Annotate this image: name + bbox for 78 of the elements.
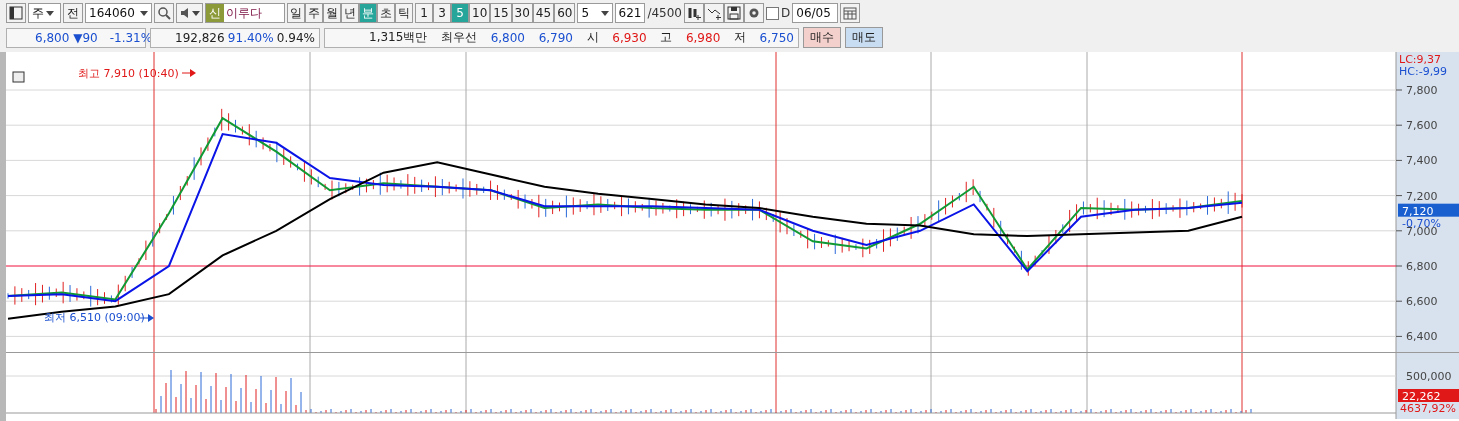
limit-down-label: LC:9,37 [1399,53,1441,66]
stock-name-field[interactable]: 신 이루다 [205,3,285,23]
change-value: 90 [82,30,98,45]
count-field[interactable]: 621 [615,3,646,23]
caret-icon [601,10,610,16]
total-count: /4500 [647,6,682,20]
high-label: 고 [660,29,673,46]
volume-tick-label: 500,000 [1406,370,1452,383]
calendar-button[interactable] [840,3,861,23]
price-tick-label: 6,800 [1406,260,1438,273]
sell-button[interactable]: 매도 [845,27,883,48]
search-icon [157,6,171,20]
low-marker: 최저 6,510 (09:00) [44,311,145,325]
current-price: 6,800 ▼ [35,30,83,45]
stock-name: 이루다 [226,4,262,22]
volume-ratio-tag: 4637,92% [1400,402,1456,415]
calendar-icon [843,6,858,20]
layout-button[interactable] [6,3,26,23]
caret-icon [140,10,148,16]
all-button[interactable]: 전 [63,3,83,23]
amount-value: 1,315백만 [369,29,428,46]
period-tab[interactable]: 월 [323,3,341,23]
period-tab[interactable]: 틱 [395,3,413,23]
best-label: 최우선 [441,29,477,46]
settings-button[interactable] [744,3,764,23]
limit-up-label: HC:-9,99 [1399,65,1448,78]
volume-rate: 91.40% [227,30,274,45]
low-price: 6,750 [759,30,794,45]
period-tab[interactable]: 일 [287,3,305,23]
grid-icon [12,71,25,83]
candle-add-icon [687,6,701,20]
open-label: 시 [586,29,599,46]
price-tick-label: 7,800 [1406,84,1438,97]
buy-button[interactable]: 매수 [803,27,841,48]
volume-value: 192,826 [175,30,225,45]
badge: 신 [206,4,224,22]
price-tick-label: 6,400 [1406,330,1438,344]
period-tab[interactable]: 주 [305,3,323,23]
price-tick-label: 7,400 [1406,154,1438,168]
code-dropdown[interactable]: 164060 [85,3,152,23]
volume-tag: 22,262 [1398,389,1459,403]
settings-icon [747,6,761,20]
high-marker: 최고 7,910 (10:40) [78,67,179,80]
layout-icon [9,6,23,20]
price-tick-label: 7,200 [1406,189,1438,203]
change-rate: -1.31% [109,30,153,45]
ask-price: 6,800 [490,30,525,45]
turnover-rate: 0.94% [276,30,315,45]
period-tab[interactable]: 년 [341,3,359,23]
interval-tab[interactable]: 30 [511,3,533,23]
search-button[interactable] [154,3,174,23]
interval-tab[interactable]: 15 [490,3,512,23]
d-label: D [781,6,791,20]
save-button[interactable] [724,3,744,23]
d-checkbox[interactable] [766,6,779,20]
caret-icon [191,10,200,16]
interval-tab[interactable]: 10 [469,3,491,23]
candle-add-button[interactable] [684,3,704,23]
market-dropdown[interactable]: 주 [28,3,61,23]
interval-tab[interactable]: 3 [433,3,451,23]
speaker-dropdown[interactable] [176,3,203,23]
price-tick-label: 7,600 [1406,119,1438,133]
period-tab[interactable]: 초 [377,3,395,23]
caret-icon [46,10,54,16]
low-label: 저 [733,29,746,46]
interval-tab[interactable]: 60 [554,3,576,23]
open-price: 6,930 [612,30,647,45]
date-field[interactable]: 06/05 [792,3,839,23]
price-tick-label: 6,600 [1406,295,1438,309]
save-icon [727,6,741,20]
interval-dropdown[interactable]: 5 [577,3,614,23]
line-add-icon [707,6,721,20]
line-add-button[interactable] [704,3,724,23]
interval-tab[interactable]: 1 [415,3,433,23]
arrow-icon [181,69,196,77]
high-price: 6,980 [685,30,721,45]
bid-price: 6,790 [538,30,573,45]
interval-tab[interactable]: 45 [532,3,555,23]
